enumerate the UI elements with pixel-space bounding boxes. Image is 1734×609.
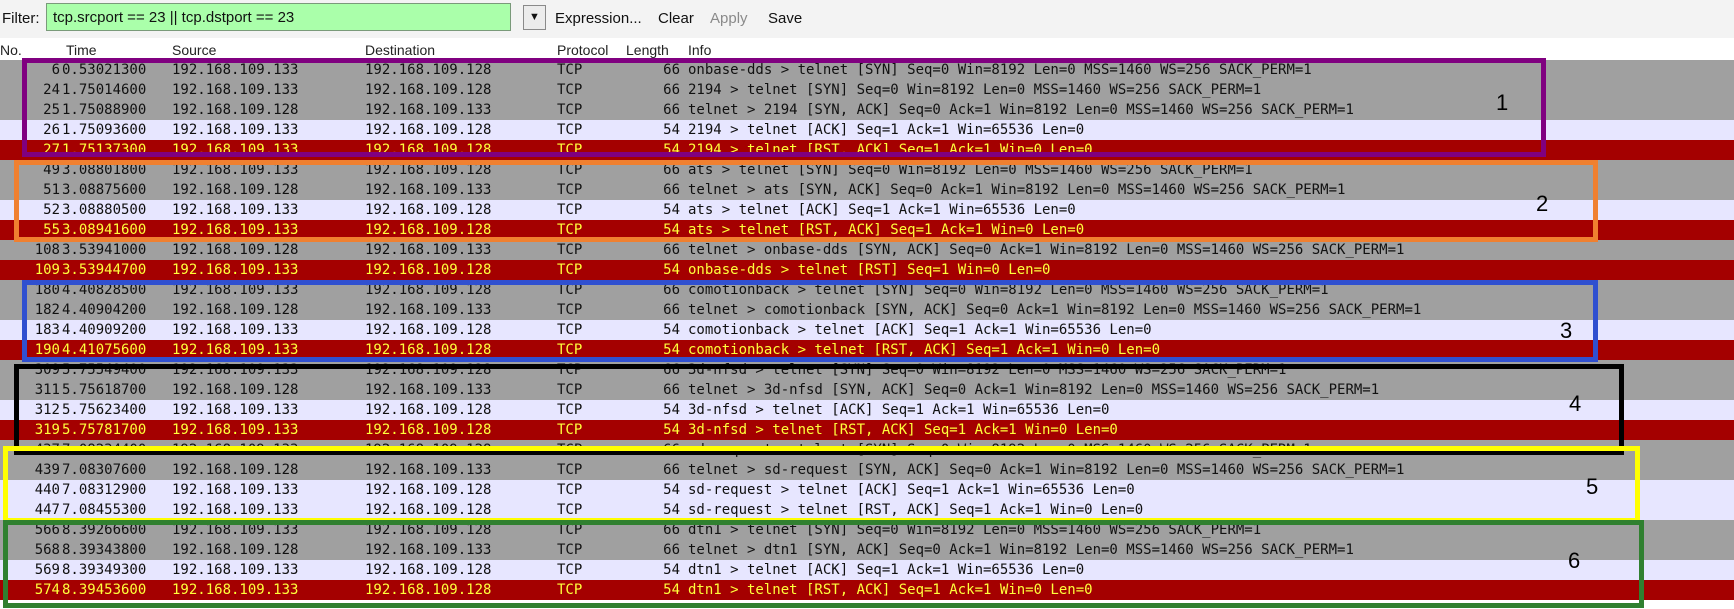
cell-src: 192.168.109.128 bbox=[172, 242, 299, 258]
column-header-no[interactable]: No. bbox=[0, 42, 22, 58]
cell-len: 66 bbox=[663, 242, 680, 258]
filter-toolbar: Filter: tcp.srcport == 23 || tcp.dstport… bbox=[0, 0, 1734, 38]
cell-len: 54 bbox=[663, 262, 680, 278]
annotation-label-6: 6 bbox=[1568, 548, 1581, 573]
cell-dst: 192.168.109.128 bbox=[365, 262, 492, 278]
cell-info: onbase-dds > telnet [RST] Seq=1 Win=0 Le… bbox=[688, 262, 1051, 278]
cell-proto: TCP bbox=[557, 242, 583, 258]
cell-src: 192.168.109.133 bbox=[172, 262, 299, 278]
column-header-protocol[interactable]: Protocol bbox=[557, 42, 608, 58]
cell-dst: 192.168.109.133 bbox=[365, 242, 492, 258]
clear-button[interactable]: Clear bbox=[658, 10, 694, 27]
cell-no: 108 bbox=[34, 242, 60, 258]
column-header-source[interactable]: Source bbox=[172, 42, 216, 58]
filter-input[interactable]: tcp.srcport == 23 || tcp.dstport == 23 bbox=[46, 3, 511, 31]
annotation-label-1: 1 bbox=[1496, 90, 1509, 115]
annotation-box-3 bbox=[22, 280, 1598, 362]
column-header-time[interactable]: Time bbox=[66, 42, 97, 58]
annotation-label-2: 2 bbox=[1536, 191, 1549, 216]
expression-button[interactable]: Expression... bbox=[555, 10, 642, 27]
annotation-label-4: 4 bbox=[1569, 391, 1582, 416]
annotation-box-5 bbox=[3, 446, 1640, 523]
column-header-bar: No. Time Source Destination Protocol Len… bbox=[0, 38, 1734, 58]
save-button[interactable]: Save bbox=[768, 10, 802, 27]
annotation-box-6 bbox=[3, 520, 1644, 608]
cell-time: 3.53944700 bbox=[62, 262, 147, 278]
annotation-box-4 bbox=[14, 364, 1624, 455]
cell-time: 3.53941000 bbox=[62, 242, 147, 258]
column-header-destination[interactable]: Destination bbox=[365, 42, 435, 58]
cell-proto: TCP bbox=[557, 262, 583, 278]
annotation-box-1 bbox=[22, 58, 1546, 157]
cell-no: 109 bbox=[34, 262, 60, 278]
column-header-length[interactable]: Length bbox=[626, 42, 669, 58]
annotation-box-2 bbox=[14, 160, 1598, 242]
annotation-label-3: 3 bbox=[1560, 318, 1573, 343]
column-header-info[interactable]: Info bbox=[688, 42, 711, 58]
filter-dropdown-button[interactable]: ▼ bbox=[523, 5, 546, 30]
triangle-down-icon: ▼ bbox=[529, 11, 540, 23]
table-row[interactable]: 109 3.53944700 192.168.109.133 192.168.109.… bbox=[0, 260, 1734, 280]
table-row[interactable]: 108 3.53941000 192.168.109.128 192.168.109.… bbox=[0, 240, 1734, 260]
apply-button[interactable]: Apply bbox=[710, 10, 748, 27]
cell-info: telnet > onbase-dds [SYN, ACK] Seq=0 Ack… bbox=[688, 242, 1405, 258]
annotation-label-5: 5 bbox=[1586, 474, 1599, 499]
filter-label: Filter: bbox=[2, 10, 40, 27]
